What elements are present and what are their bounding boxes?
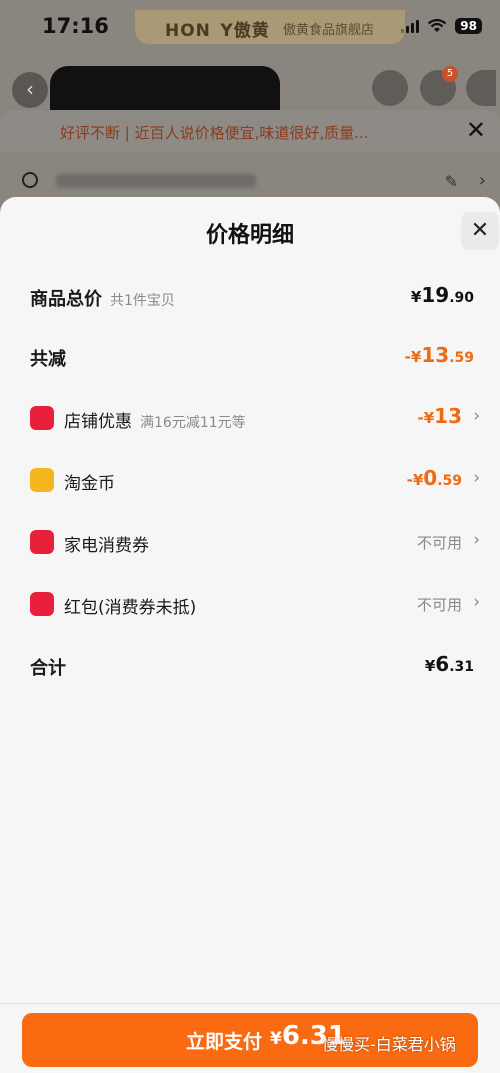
store-discount-label: 店铺优惠 满16元减11元等: [64, 407, 246, 432]
reduction-label: 共减: [30, 349, 66, 370]
close-icon[interactable]: ✕: [466, 116, 486, 144]
row-reduction: 共减 -¥13.59: [0, 337, 500, 377]
background-page: 17:16 98 HON Y傲黄 傲黄食品旗舰店 ‹ 5 好评不断 | 近百人说…: [0, 0, 500, 210]
battery-indicator: 98: [455, 18, 482, 34]
reduction-prefix: -¥: [404, 348, 422, 366]
appliance-voucher-label: 家电消费券: [64, 536, 149, 556]
pay-label: 立即支付: [186, 1031, 263, 1053]
edit-icon[interactable]: ✎: [445, 172, 458, 191]
pay-currency: ¥: [270, 1029, 282, 1049]
voucher-icon: [30, 530, 54, 554]
total-int: 19: [421, 283, 450, 307]
row-total: 商品总价 共1件宝贝 ¥19.90: [0, 277, 500, 317]
store-discount-sub: 满16元减11元等: [140, 415, 246, 431]
store-name: 傲黄食品旗舰店: [283, 23, 375, 38]
sum-int: 6: [435, 652, 450, 676]
red-packet-status: 不可用: [416, 596, 462, 614]
cart-badge: 5: [442, 66, 458, 82]
close-icon: ✕: [470, 218, 490, 243]
taojinbi-label: 淘金币: [64, 474, 115, 494]
store-coupon-icon: [30, 406, 54, 430]
taojinbi-prefix: -¥: [406, 471, 424, 489]
wifi-icon: [428, 19, 447, 32]
reduction-dec: .59: [449, 350, 474, 366]
taojinbi-int: 0: [423, 466, 438, 490]
more-button[interactable]: [466, 70, 496, 106]
sum-value: ¥6.31: [425, 652, 474, 676]
status-time: 17:16: [42, 14, 109, 38]
taojinbi-value: -¥0.59: [407, 466, 462, 490]
taojinbi-icon: [30, 468, 54, 492]
store-discount-int: 13: [434, 404, 462, 428]
row-taojinbi[interactable]: 淘金币 -¥0.59 ›: [0, 460, 500, 500]
address-text-blurred: [56, 174, 256, 188]
chevron-right-icon: ›: [473, 468, 480, 488]
watermark: 慢慢买-白菜君小锅: [322, 1035, 456, 1054]
location-icon: [22, 172, 38, 188]
status-icons: 98: [401, 18, 482, 34]
sheet-title: 价格明细: [205, 223, 294, 248]
row-red-packet[interactable]: 红包(消费券未抵) 不可用 ›: [0, 584, 500, 624]
total-sub: 共1件宝贝: [110, 293, 175, 309]
chevron-left-icon: ‹: [26, 77, 34, 101]
share-button[interactable]: [372, 70, 408, 106]
total-dec: .90: [449, 290, 474, 306]
chevron-right-icon: ›: [473, 592, 480, 612]
row-appliance-voucher[interactable]: 家电消费券 不可用 ›: [0, 522, 500, 562]
review-strip: 好评不断 | 近百人说价格便宜,味道很好,质量... ✕: [0, 110, 500, 152]
store-discount-prefix: -¥: [417, 409, 435, 427]
appliance-voucher-status: 不可用: [416, 534, 462, 552]
chevron-right-icon: ›: [473, 406, 480, 426]
red-packet-icon: [30, 592, 54, 616]
row-sum: 合计 ¥6.31: [0, 646, 500, 686]
store-discount-name: 店铺优惠: [64, 412, 132, 432]
brand-logo: HON Y傲黄: [165, 21, 270, 41]
brand-banner: HON Y傲黄 傲黄食品旗舰店: [135, 10, 405, 44]
sum-dec: .31: [449, 659, 474, 675]
total-label-text: 商品总价: [30, 289, 102, 310]
reduction-int: 13: [421, 343, 450, 367]
sum-label: 合计: [30, 658, 66, 679]
red-packet-label: 红包(消费券未抵): [64, 598, 197, 618]
chevron-right-icon: ›: [473, 530, 480, 550]
total-value: ¥19.90: [411, 283, 474, 307]
total-label: 商品总价 共1件宝贝: [30, 285, 175, 311]
total-currency: ¥: [410, 288, 422, 306]
row-store-discount[interactable]: 店铺优惠 满16元减11元等 -¥13 ›: [0, 398, 500, 438]
review-text: 好评不断 | 近百人说价格便宜,味道很好,质量...: [60, 124, 369, 142]
sheet-close-button[interactable]: ✕: [461, 212, 499, 250]
back-button[interactable]: ‹: [12, 72, 48, 108]
reduction-value: -¥13.59: [405, 343, 474, 367]
chevron-right-icon: ›: [478, 170, 486, 191]
address-row[interactable]: ✎ ›: [0, 160, 500, 200]
store-discount-value: -¥13: [417, 404, 462, 428]
sum-currency: ¥: [424, 657, 436, 675]
price-detail-sheet: 价格明细 ✕ 商品总价 共1件宝贝 ¥19.90 共减 -¥13.59 店铺优惠满…: [0, 197, 500, 1073]
product-image: [50, 66, 280, 112]
taojinbi-dec: .59: [437, 473, 462, 489]
